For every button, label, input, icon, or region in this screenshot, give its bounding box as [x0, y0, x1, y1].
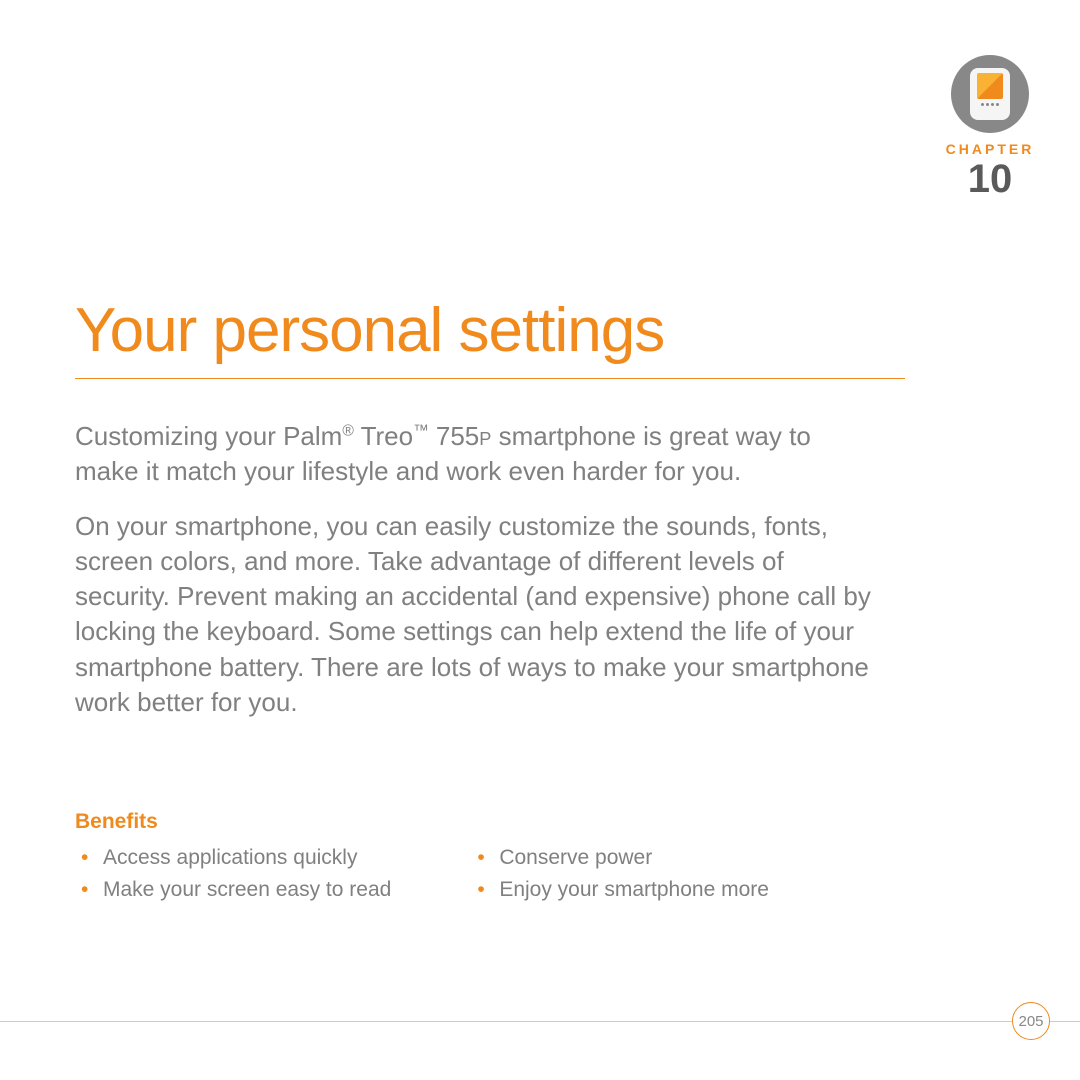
- trademark-mark: ™: [413, 422, 429, 439]
- intro-paragraph-1: Customizing your Palm® Treo™ 755P smartp…: [75, 419, 875, 489]
- page-title: Your personal settings: [75, 295, 905, 379]
- intro-text-fragment: Treo: [354, 421, 413, 451]
- list-item: Access applications quickly: [75, 846, 391, 870]
- chapter-label: CHAPTER: [940, 141, 1040, 157]
- page-container: CHAPTER 10 Your personal settings Custom…: [0, 0, 1080, 1080]
- list-item: Conserve power: [471, 846, 769, 870]
- benefits-heading: Benefits: [75, 810, 1040, 834]
- device-keypad-icon: [970, 103, 1010, 106]
- list-item: Make your screen easy to read: [75, 878, 391, 902]
- benefits-columns: Access applications quickly Make your sc…: [75, 846, 1040, 910]
- intro-text: Customizing your Palm® Treo™ 755P smartp…: [75, 419, 875, 720]
- intro-paragraph-2: On your smartphone, you can easily custo…: [75, 509, 875, 720]
- registered-mark: ®: [342, 422, 354, 439]
- chapter-number: 10: [940, 159, 1040, 199]
- benefits-column-1: Access applications quickly Make your sc…: [75, 846, 391, 910]
- intro-text-fragment: 755: [429, 421, 480, 451]
- device-body-icon: [970, 68, 1010, 120]
- list-item: Enjoy your smartphone more: [471, 878, 769, 902]
- model-suffix: P: [479, 429, 491, 449]
- footer-divider: [0, 1021, 1080, 1022]
- device-screen-icon: [977, 73, 1003, 99]
- page-number: 205: [1012, 1002, 1050, 1040]
- intro-text-fragment: Customizing your Palm: [75, 421, 342, 451]
- chapter-block: CHAPTER 10: [940, 55, 1040, 199]
- chapter-device-icon: [951, 55, 1029, 133]
- benefits-column-2: Conserve power Enjoy your smartphone mor…: [471, 846, 769, 910]
